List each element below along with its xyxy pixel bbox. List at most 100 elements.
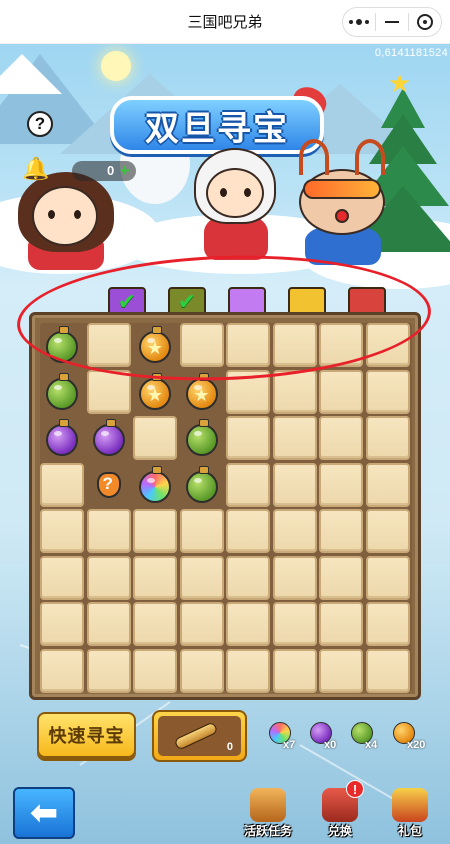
green-ornament-ball[interactable] [185,419,218,456]
inventory-count: x4 [365,739,378,751]
hidden-tile[interactable] [365,369,410,414]
more-dots-icon [349,19,369,25]
minimize-button[interactable] [376,8,408,36]
telescope-button[interactable]: 0 [152,710,247,762]
hidden-tile[interactable] [179,602,224,646]
hidden-tile[interactable] [365,555,410,600]
minus-icon [385,21,399,23]
inventory-count: x0 [324,739,337,751]
hidden-tile[interactable] [40,602,84,646]
active-tasks-button[interactable]: 活跃任务 [238,786,298,844]
inventory-count: x7 [283,739,296,751]
hidden-tile[interactable] [40,509,84,553]
hidden-tile[interactable] [86,369,131,414]
hidden-tile[interactable] [40,648,84,693]
add-coins-button[interactable]: + [120,161,130,181]
event-title: 双旦寻宝 [145,108,289,149]
help-button[interactable]: ? [27,111,53,137]
hidden-tile[interactable] [272,602,317,646]
hidden-tile[interactable] [365,509,410,553]
hidden-tile[interactable] [86,602,131,646]
more-options-button[interactable] [343,8,375,36]
hidden-tile[interactable] [40,555,84,600]
gift-pack-button[interactable]: 礼包 [380,786,440,844]
target-icon [417,14,433,30]
gift-bag-icon [392,788,428,822]
green-ornament-ball[interactable] [185,465,218,503]
hidden-tile[interactable] [319,555,363,600]
rainbow-ornament-ball[interactable] [139,465,171,503]
quick-search-label: 快速寻宝 [48,726,125,746]
star-icon: ★ [388,68,412,98]
back-arrow-icon: ⬅ [29,794,59,832]
hidden-tile[interactable] [319,648,363,693]
hidden-tile[interactable] [319,509,363,553]
exchange-button[interactable]: ! 兑换 [310,780,370,844]
hidden-tile[interactable] [226,462,270,507]
hidden-tile[interactable] [40,462,84,507]
hidden-tile[interactable] [272,648,317,693]
gold-ornament-ball[interactable]: ★ [185,372,218,410]
gold-ornament-ball[interactable]: ★ [139,372,171,410]
mystery-bag-icon[interactable]: ? [94,468,124,504]
hidden-tile[interactable] [365,416,410,460]
back-button[interactable]: ⬅ [13,787,75,839]
hidden-tile[interactable] [226,648,270,693]
hidden-tile[interactable] [179,555,224,600]
hidden-tile[interactable] [272,462,317,507]
inventory-item: x0 [304,720,344,751]
snowcap-decoration [0,54,62,94]
gift-pack-label: 礼包 [397,824,422,838]
coin-counter: 0 + [72,161,136,181]
hidden-tile[interactable] [86,648,131,693]
inventory-item: x4 [345,720,385,751]
exchange-badge: ! [346,780,364,798]
bell-icon: 🔔 [22,156,50,181]
hidden-tile[interactable] [272,416,317,460]
top-bar: 三国吧兄弟 [0,0,450,44]
character-reindeer [285,139,400,269]
exchange-label: 兑换 [327,824,352,838]
hidden-tile[interactable] [226,555,270,600]
hidden-tile[interactable] [133,602,177,646]
hidden-tile[interactable] [179,509,224,553]
capsule-menu [342,7,442,37]
app-title: 三国吧兄弟 [187,14,263,31]
hidden-tile[interactable] [133,416,177,460]
hidden-tile[interactable] [179,648,224,693]
inventory-item: x7 [263,720,303,751]
game-scene: ★ 0,6141181524 ? 双旦寻宝 🔔 0 + ✔ ✔ ★ ★ ★? 快… [0,44,450,844]
hidden-tile[interactable] [272,369,317,414]
hidden-tile[interactable] [272,555,317,600]
hidden-tile[interactable] [226,602,270,646]
hidden-tile[interactable] [133,555,177,600]
purple-ornament-ball[interactable] [46,419,78,456]
hidden-tile[interactable] [319,369,363,414]
hidden-tile[interactable] [365,648,410,693]
hidden-tile[interactable] [226,416,270,460]
hidden-tile[interactable] [272,509,317,553]
hidden-tile[interactable] [226,509,270,553]
character-white-hair [190,144,280,264]
telescope-count: 0 [226,741,233,753]
inventory-count: x20 [407,739,426,751]
hidden-tile[interactable] [319,416,363,460]
hidden-tile[interactable] [133,648,177,693]
hidden-tile[interactable] [319,602,363,646]
coin-count: 0 [107,163,115,178]
hidden-tile[interactable] [133,509,177,553]
quick-search-button[interactable]: 快速寻宝 [37,712,136,758]
hidden-tile[interactable] [319,462,363,507]
hidden-tile[interactable] [365,602,410,646]
inventory-item: x20 [387,720,427,751]
hidden-tile[interactable] [86,509,131,553]
hidden-tile[interactable] [86,555,131,600]
green-ornament-ball[interactable] [46,372,78,410]
purple-ornament-ball[interactable] [92,419,125,456]
user-id: 0,6141181524 [374,47,448,59]
close-miniprogram-button[interactable] [409,8,441,36]
telescope-icon [173,721,219,751]
hidden-tile[interactable] [365,462,410,507]
tasks-scroll-icon [250,788,286,822]
active-tasks-label: 活跃任务 [243,824,292,838]
